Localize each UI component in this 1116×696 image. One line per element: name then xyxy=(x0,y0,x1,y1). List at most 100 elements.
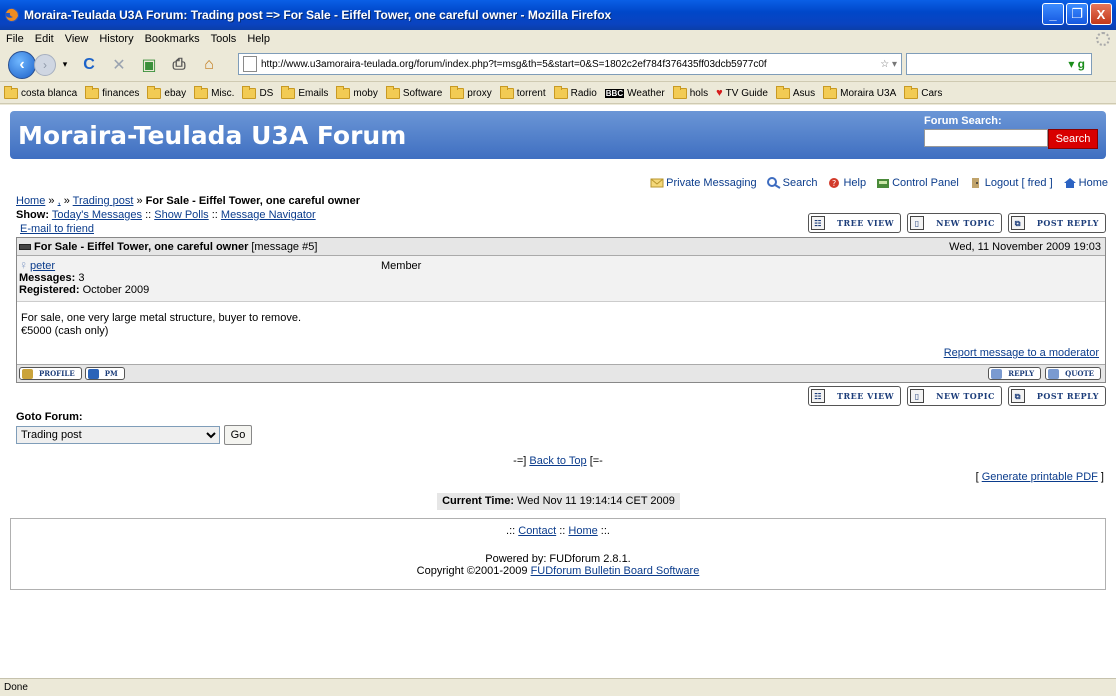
menu-bookmarks[interactable]: Bookmarks xyxy=(145,33,200,45)
forward-button[interactable]: › xyxy=(34,53,56,76)
goto-forum-select[interactable]: Trading post xyxy=(16,426,220,444)
bookmark-finances[interactable]: finances xyxy=(85,85,139,99)
search-link[interactable]: Search xyxy=(766,177,817,189)
minimize-button[interactable]: _ xyxy=(1042,3,1064,25)
bookmark-torrent[interactable]: torrent xyxy=(499,85,546,99)
folder-icon xyxy=(672,85,687,99)
profile-button[interactable]: PROFILE xyxy=(19,367,82,380)
throbber-icon xyxy=(1096,32,1110,46)
back-to-top-link[interactable]: Back to Top xyxy=(529,455,586,467)
bookmark-proxy[interactable]: proxy xyxy=(450,85,492,99)
bookmark-weather[interactable]: BBC Weather xyxy=(604,88,665,99)
menu-view[interactable]: View xyxy=(65,33,89,45)
tree-view-button[interactable]: ☷ TREE VIEW xyxy=(808,213,902,233)
message-navigator-link[interactable]: Message Navigator xyxy=(221,209,316,221)
menu-edit[interactable]: Edit xyxy=(35,33,54,45)
bookmark-tv-guide[interactable]: ♥ TV Guide xyxy=(716,87,768,99)
bookmark-hols[interactable]: hols xyxy=(672,85,708,99)
url-bar[interactable]: http://www.u3amoraira-teulada.org/forum/… xyxy=(238,53,902,75)
search-engine-icon[interactable]: ▾ g xyxy=(1068,57,1085,71)
menu-file[interactable]: File xyxy=(6,33,24,45)
firefox-icon xyxy=(5,8,19,22)
url-text[interactable]: http://www.u3amoraira-teulada.org/forum/… xyxy=(261,59,880,70)
close-button[interactable]: X xyxy=(1090,3,1112,25)
printable-pdf: [ Generate printable PDF ] xyxy=(975,471,1104,483)
bookmark-cars[interactable]: Cars xyxy=(904,85,942,99)
window-titlebar: Moraira-Teulada U3A Forum: Trading post … xyxy=(0,0,1116,30)
stop-icon[interactable]: ✕ xyxy=(108,54,130,76)
bookmark-radio[interactable]: Radio xyxy=(553,85,597,99)
breadcrumb-trading-post[interactable]: Trading post xyxy=(73,195,134,207)
todays-messages-link[interactable]: Today's Messages xyxy=(52,209,142,221)
footer-home-link[interactable]: Home xyxy=(568,525,597,537)
folder-icon xyxy=(499,85,514,99)
offline-bulb-icon: ♀ xyxy=(19,258,28,272)
menu-help[interactable]: Help xyxy=(247,33,270,45)
maximize-button[interactable]: ❐ xyxy=(1066,3,1088,25)
forum-search-button[interactable]: Search xyxy=(1048,129,1098,149)
folder-icon xyxy=(904,85,919,99)
help-link[interactable]: ? Help xyxy=(827,177,866,189)
generate-pdf-link[interactable]: Generate printable PDF xyxy=(982,471,1098,483)
fudforum-link[interactable]: FUDforum Bulletin Board Software xyxy=(531,565,700,577)
bookmark-software[interactable]: Software xyxy=(385,85,442,99)
bookmark-moraira-u3a[interactable]: Moraira U3A xyxy=(823,85,896,99)
bookmark-star-icon[interactable]: ☆ ▾ xyxy=(880,59,897,70)
post-reply-button[interactable]: ⧉ POST REPLY xyxy=(1007,386,1106,406)
control-panel-icon xyxy=(877,179,890,188)
author-link[interactable]: peter xyxy=(30,260,55,272)
menu-tools[interactable]: Tools xyxy=(211,33,237,45)
reply-icon: ⧉ xyxy=(1010,216,1025,230)
pm-button[interactable]: PM xyxy=(84,367,125,380)
history-dropdown-icon[interactable]: ▾ xyxy=(60,54,70,76)
current-time-value: Wed Nov 11 19:14:14 CET 2009 xyxy=(517,495,675,507)
home-icon[interactable]: ⌂ xyxy=(198,54,220,76)
page-icon: ▯ xyxy=(910,216,925,230)
breadcrumb-home[interactable]: Home xyxy=(16,195,45,207)
browser-search-input[interactable]: ▾ g xyxy=(906,53,1092,75)
reload-icon[interactable]: C xyxy=(78,54,100,76)
report-moderator-link[interactable]: Report message to a moderator xyxy=(944,347,1099,360)
folder-icon xyxy=(147,85,162,99)
post-reply-button[interactable]: ⧉ POST REPLY xyxy=(1007,213,1106,233)
tree-icon: ☷ xyxy=(811,389,826,403)
control-panel-link[interactable]: Control Panel xyxy=(876,177,959,189)
new-topic-button[interactable]: ▯ NEW TOPIC xyxy=(907,386,1002,406)
new-topic-button[interactable]: ▯ NEW TOPIC xyxy=(907,213,1002,233)
reply-button[interactable]: REPLY xyxy=(988,367,1042,380)
print-icon[interactable]: ⎙ xyxy=(168,54,190,76)
folder-icon xyxy=(194,85,209,99)
page-footer: .:: Contact :: Home ::. Powered by: FUDf… xyxy=(10,518,1106,590)
logout-link[interactable]: Logout [ fred ] xyxy=(969,177,1053,189)
folder-icon xyxy=(823,85,838,99)
forum-search: Forum Search: Search xyxy=(924,115,1098,149)
bookmark-misc[interactable]: Misc. xyxy=(194,85,234,99)
folder-icon xyxy=(281,85,296,99)
bookmark-ebay[interactable]: ebay xyxy=(147,85,186,99)
show-polls-link[interactable]: Show Polls xyxy=(154,209,208,221)
contact-link[interactable]: Contact xyxy=(518,525,556,537)
folder-icon xyxy=(336,85,351,99)
goto-go-button[interactable]: Go xyxy=(224,425,252,445)
menu-history[interactable]: History xyxy=(99,33,133,45)
quote-button[interactable]: QUOTE xyxy=(1045,367,1101,380)
bookmark-ds[interactable]: DS xyxy=(242,85,273,99)
bookmark-asus[interactable]: Asus xyxy=(775,85,815,99)
private-messaging-link[interactable]: Private Messaging xyxy=(650,177,757,189)
forum-header: Moraira-Teulada U3A Forum Forum Search: … xyxy=(10,111,1106,159)
tree-view-button[interactable]: ☷ TREE VIEW xyxy=(808,386,902,406)
bbc-icon: BBC xyxy=(604,88,625,98)
forum-title: Moraira-Teulada U3A Forum xyxy=(18,121,407,150)
top-button-row: ☷ TREE VIEW ▯ NEW TOPIC ⧉ POST REPLY xyxy=(808,213,1106,233)
back-button[interactable]: ‹ xyxy=(8,50,36,79)
powered-by: Powered by: FUDforum 2.8.1. xyxy=(485,553,631,565)
email-to-friend-link[interactable]: E-mail to friend xyxy=(20,223,94,235)
folder-icon xyxy=(385,85,400,99)
folder-icon xyxy=(450,85,465,99)
bookmark-moby[interactable]: moby xyxy=(336,85,378,99)
bookmark-emails[interactable]: Emails xyxy=(281,85,328,99)
bookmark-costa-blanca[interactable]: costa blanca xyxy=(4,85,77,99)
forum-search-input[interactable] xyxy=(924,129,1048,147)
new-tab-icon[interactable]: ▣ xyxy=(138,54,160,76)
home-link[interactable]: Home xyxy=(1063,177,1108,189)
